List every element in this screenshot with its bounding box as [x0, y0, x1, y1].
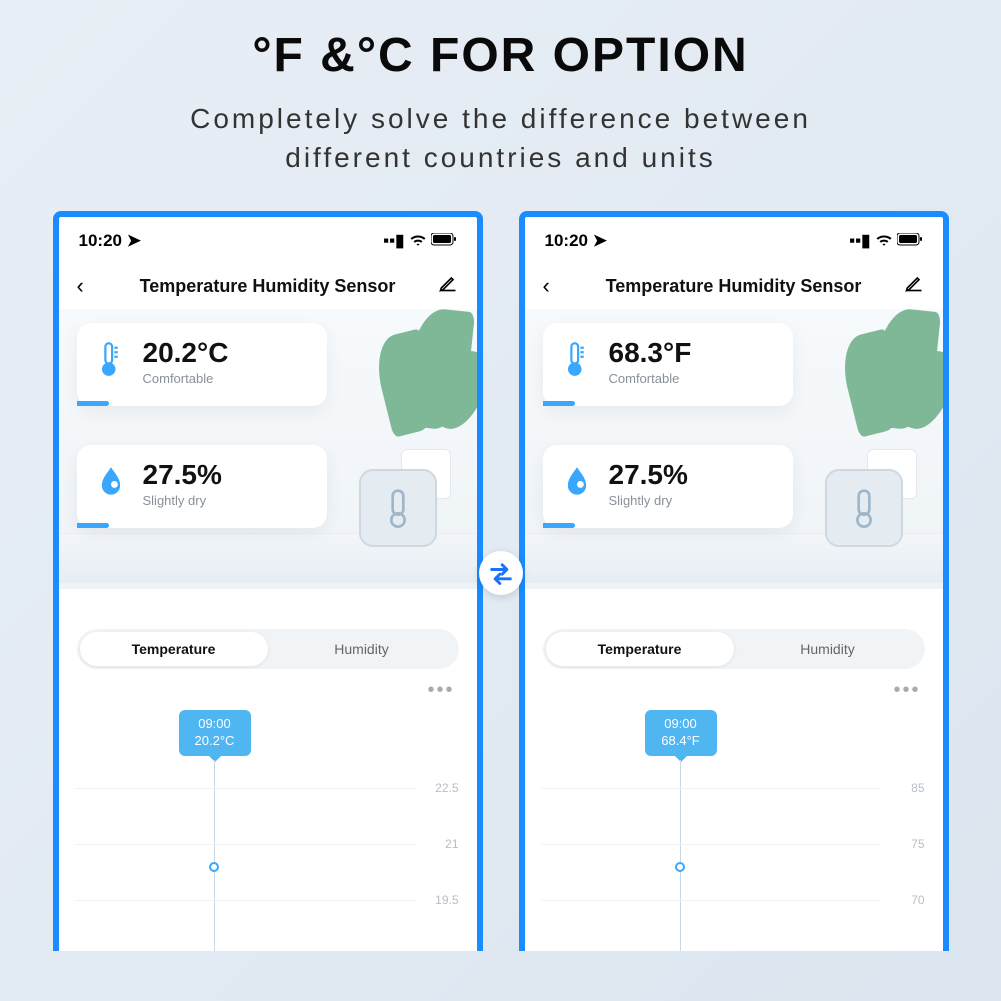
edit-button[interactable]: [434, 273, 458, 299]
temperature-value: 20.2°C: [143, 337, 229, 369]
battery-icon: [431, 231, 457, 251]
temperature-card[interactable]: 20.2°C Comfortable: [77, 323, 327, 406]
droplet-icon: [559, 463, 595, 499]
humidity-card[interactable]: 27.5% Slightly dry: [543, 445, 793, 528]
status-icons: ▪▪▮: [849, 231, 922, 251]
banner-subtitle: Completely solve the difference between …: [0, 99, 1001, 177]
temperature-value: 68.3°F: [609, 337, 692, 369]
sensor-scene: 68.3°F Comfortable 27.5% Slightly dry: [525, 309, 943, 589]
humidity-bar: [543, 523, 575, 528]
more-menu[interactable]: •••: [525, 669, 943, 702]
phone-celsius: 10:20 ➤ ▪▪▮ ‹ Temperature Humidity Senso…: [53, 211, 483, 951]
battery-icon: [897, 231, 923, 251]
tab-temperature[interactable]: Temperature: [546, 632, 734, 666]
humidity-status: Slightly dry: [609, 493, 688, 508]
tooltip-time: 09:00: [191, 716, 239, 733]
tooltip-time: 09:00: [657, 716, 705, 733]
tooltip-value: 20.2°C: [191, 733, 239, 750]
signal-icon: ▪▪▮: [383, 231, 404, 251]
tab-humidity[interactable]: Humidity: [268, 632, 456, 666]
location-icon: ➤: [127, 231, 141, 250]
more-menu[interactable]: •••: [59, 669, 477, 702]
chart-grid: 22.5 21 19.5 18: [75, 766, 461, 951]
thermometer-icon: [559, 341, 595, 377]
grid-label: 65: [911, 949, 924, 951]
metric-tabs: Temperature Humidity: [77, 629, 459, 669]
humidity-card[interactable]: 27.5% Slightly dry: [77, 445, 327, 528]
humidity-bar: [77, 523, 109, 528]
grid-label: 70: [911, 893, 924, 907]
banner-title: °F &°C FOR OPTION: [0, 28, 1001, 83]
temperature-card[interactable]: 68.3°F Comfortable: [543, 323, 793, 406]
chart-tooltip: 09:00 20.2°C: [179, 710, 251, 756]
chart-tooltip: 09:00 68.4°F: [645, 710, 717, 756]
back-button[interactable]: ‹: [77, 273, 101, 299]
edit-button[interactable]: [900, 273, 924, 299]
temperature-bar: [77, 401, 109, 406]
banner-subtitle-line1: Completely solve the difference between: [190, 103, 811, 134]
wifi-icon: [875, 231, 893, 251]
grid-label: 75: [911, 837, 924, 851]
sensor-scene: 20.2°C Comfortable 27.5% Slightly dry: [59, 309, 477, 589]
humidity-status: Slightly dry: [143, 493, 222, 508]
grid-label: 18: [445, 949, 458, 951]
back-button[interactable]: ‹: [543, 273, 567, 299]
status-bar: 10:20 ➤ ▪▪▮: [59, 217, 477, 259]
page-title: Temperature Humidity Sensor: [140, 276, 396, 297]
status-bar: 10:20 ➤ ▪▪▮: [525, 217, 943, 259]
temperature-bar: [543, 401, 575, 406]
temperature-status: Comfortable: [143, 371, 229, 386]
thermometer-icon: [93, 341, 129, 377]
grid-label: 19.5: [435, 893, 458, 907]
droplet-icon: [93, 463, 129, 499]
device-illustration: [825, 469, 903, 547]
status-time: 10:20 ➤: [545, 231, 607, 251]
chart-grid: 85 75 70 65: [541, 766, 927, 951]
grid-label: 85: [911, 781, 924, 795]
tab-humidity[interactable]: Humidity: [734, 632, 922, 666]
metric-tabs: Temperature Humidity: [543, 629, 925, 669]
humidity-value: 27.5%: [609, 459, 688, 491]
phone-fahrenheit: 10:20 ➤ ▪▪▮ ‹ Temperature Humidity Senso…: [519, 211, 949, 951]
temperature-status: Comfortable: [609, 371, 692, 386]
humidity-value: 27.5%: [143, 459, 222, 491]
banner: °F &°C FOR OPTION Completely solve the d…: [0, 0, 1001, 177]
page-title: Temperature Humidity Sensor: [606, 276, 862, 297]
tooltip-value: 68.4°F: [657, 733, 705, 750]
chart-area[interactable]: 09:00 20.2°C 22.5 21 19.5 18: [59, 702, 477, 951]
status-time: 10:20 ➤: [79, 231, 141, 251]
wifi-icon: [409, 231, 427, 251]
banner-subtitle-line2: different countries and units: [285, 142, 715, 173]
device-illustration: [359, 469, 437, 547]
chart-area[interactable]: 09:00 68.4°F 85 75 70 65: [525, 702, 943, 951]
swap-icon: [479, 551, 523, 595]
signal-icon: ▪▪▮: [849, 231, 870, 251]
location-icon: ➤: [593, 231, 607, 250]
status-icons: ▪▪▮: [383, 231, 456, 251]
grid-label: 22.5: [435, 781, 458, 795]
tab-temperature[interactable]: Temperature: [80, 632, 268, 666]
grid-label: 21: [445, 837, 458, 851]
